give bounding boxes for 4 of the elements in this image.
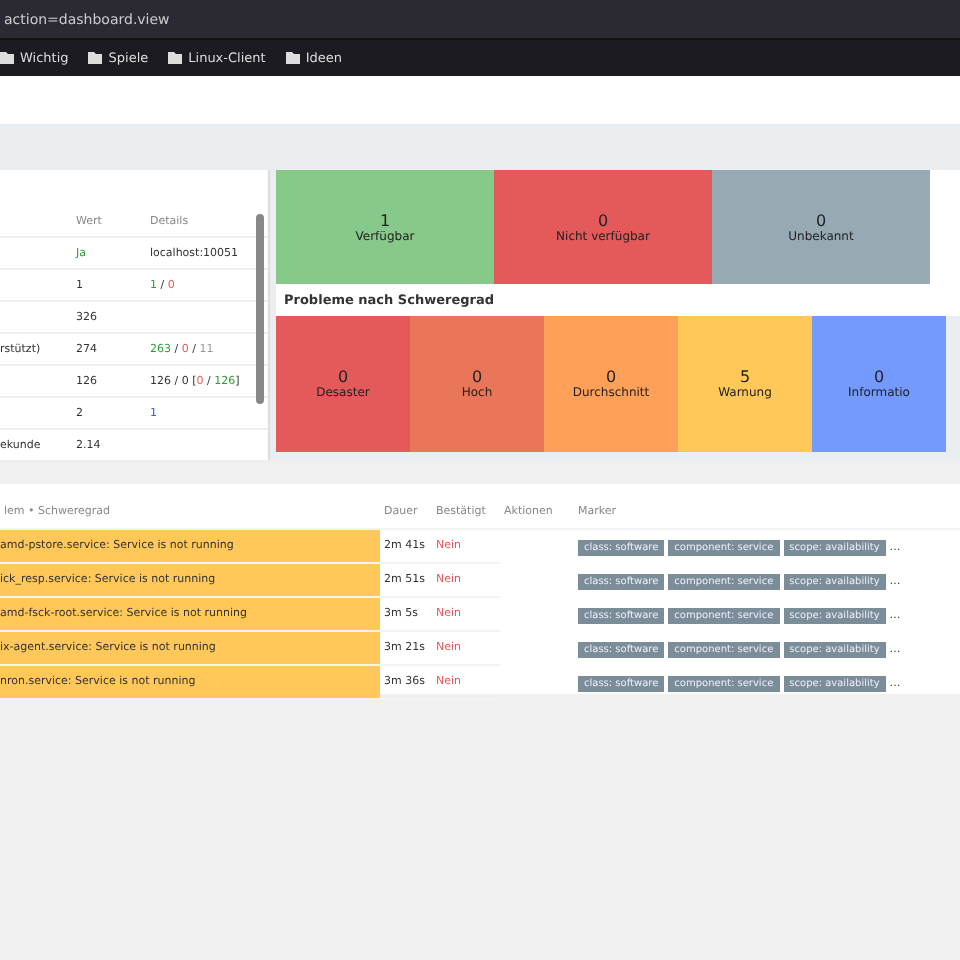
folder-icon [0,52,14,64]
folder-icon [88,52,103,64]
folder-icon [285,52,300,64]
folder-icon [168,52,183,64]
